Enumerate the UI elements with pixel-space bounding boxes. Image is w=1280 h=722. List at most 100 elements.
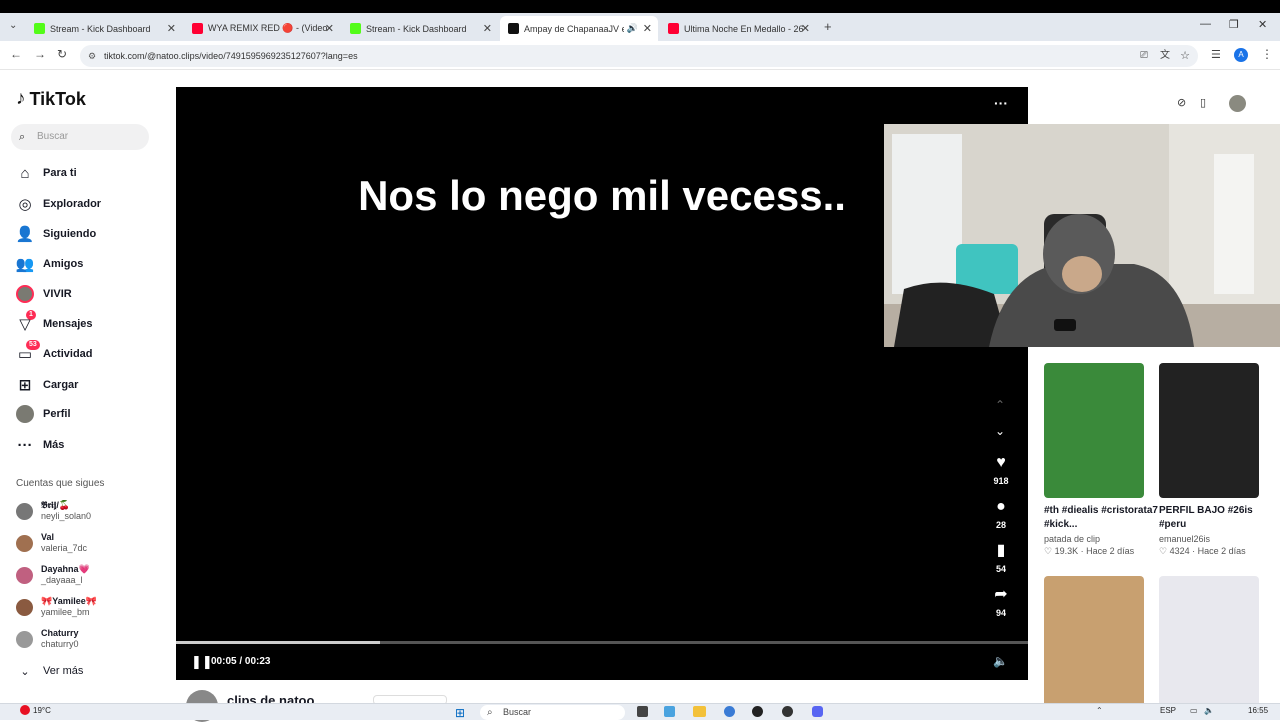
save-button[interactable]: ▮ 54 — [986, 542, 1016, 574]
network-icon[interactable]: ▭ — [1190, 706, 1198, 715]
close-tab-icon[interactable]: ✕ — [167, 22, 176, 35]
compass-icon: ◎ — [18, 196, 32, 213]
video-thumbnail[interactable] — [1044, 576, 1144, 711]
back-arrow-icon[interactable]: ← — [10, 47, 22, 61]
audio-playing-icon[interactable]: 🔊 — [627, 23, 638, 34]
compass-icon[interactable]: ⊘ — [1177, 96, 1186, 109]
windows-start-icon[interactable]: ⊞ — [455, 706, 465, 720]
close-tab-icon[interactable]: ✕ — [483, 22, 492, 35]
share-button[interactable]: ➦ 94 — [986, 586, 1016, 618]
account-handle: chaturry0 — [41, 639, 79, 649]
file-explorer-icon[interactable] — [693, 706, 706, 717]
following-account[interactable]: Dayahna💗 _dayaaa_l — [16, 564, 90, 586]
profile-avatar-icon[interactable]: A — [1234, 48, 1248, 62]
obs-icon[interactable] — [752, 706, 763, 717]
recommended-video-card[interactable]: PERFIL BAJO #26is #peru emanuel26is ♡ 4324… — [1159, 363, 1275, 557]
clock[interactable]: 16:55 — [1248, 706, 1268, 715]
previous-video-chevron-icon[interactable]: ⌃ — [995, 398, 1005, 412]
video-thumbnail[interactable] — [1044, 363, 1144, 498]
close-tab-icon[interactable]: ✕ — [643, 22, 652, 35]
chevron-down-icon: ⌄ — [20, 665, 30, 678]
card-username[interactable]: patada de clip — [1044, 534, 1160, 544]
url-field[interactable]: ⚙ tiktok.com/@natoo.clips/video/74915959… — [80, 45, 1198, 67]
close-tab-icon[interactable]: ✕ — [325, 22, 334, 35]
card-date: Hace 2 días — [1086, 546, 1135, 556]
tab-4[interactable]: Ultima Noche En Medallo - 26i ✕ — [660, 16, 816, 41]
webcam-overlay — [884, 124, 1280, 347]
comment-button[interactable]: ● 28 — [986, 498, 1016, 530]
weather-temp[interactable]: 19°C — [33, 706, 51, 715]
following-account[interactable]: 🎀Yamilee🎀 yamilee_bm — [16, 596, 97, 618]
tab-title: WYA REMIX RED 🔴 - (Video O — [208, 23, 328, 33]
see-more-label: Ver más — [43, 665, 84, 677]
sidebar-item-5[interactable]: ▽ 1 Mensajes — [16, 310, 93, 333]
close-window-icon[interactable]: ✕ — [1258, 18, 1267, 31]
search-input[interactable]: ⌕ Buscar — [11, 124, 149, 150]
tab-2[interactable]: Stream - Kick Dashboard ✕ — [342, 16, 498, 41]
see-more-button[interactable]: ⌄ Ver más — [16, 662, 83, 680]
account-display-name: Chaturry — [41, 628, 79, 638]
chrome-icon[interactable] — [724, 706, 735, 717]
like-button[interactable]: ♥ 918 — [986, 454, 1016, 486]
speaker-icon[interactable]: 🔈 — [1204, 706, 1214, 715]
reading-list-icon[interactable]: ☰ — [1211, 48, 1221, 61]
sidebar-item-1[interactable]: ◎ Explorador — [16, 195, 101, 213]
restore-window-icon[interactable]: ❐ — [1229, 18, 1239, 31]
video-progress-bar[interactable] — [176, 641, 1028, 644]
next-video-chevron-icon[interactable]: ⌄ — [995, 424, 1005, 438]
language-indicator[interactable]: ESP — [1160, 706, 1176, 715]
minimize-window-icon[interactable]: — — [1200, 18, 1211, 30]
bookmark-icon: ▮ — [996, 542, 1006, 559]
tab-1[interactable]: WYA REMIX RED 🔴 - (Video O ✕ — [184, 16, 340, 41]
sidebar-item-label: Explorador — [43, 198, 102, 210]
video-thumbnail[interactable] — [1159, 363, 1259, 498]
user-avatar[interactable] — [1229, 95, 1246, 112]
sidebar-item-4[interactable]: VIVIR — [16, 285, 72, 303]
browser-menu-icon[interactable]: ⋮ — [1261, 47, 1273, 61]
following-account[interactable]: Val valeria_7dc — [16, 532, 87, 554]
tiktok-logo[interactable]: ♪ TikTok — [16, 88, 86, 110]
avatar — [16, 534, 33, 552]
site-info-icon[interactable]: ⚙ — [88, 45, 96, 67]
tab-0[interactable]: Stream - Kick Dashboard ✕ — [26, 16, 182, 41]
volume-icon[interactable]: 🔈 — [993, 654, 1008, 668]
recommended-video-card[interactable] — [1044, 576, 1144, 711]
new-tab-plus-icon[interactable]: + — [824, 19, 832, 34]
tab-search-chevron-icon[interactable]: ⌄ — [9, 20, 17, 31]
following-account[interactable]: 𝕭𝖗𝖎𝖏/🍒 neyli_solan0 — [16, 500, 91, 522]
close-tab-icon[interactable]: ✕ — [801, 22, 810, 35]
taskbar-search[interactable]: ⌕ Buscar — [480, 705, 625, 720]
bookmark-star-icon[interactable]: ☆ — [1180, 45, 1190, 67]
pause-icon[interactable]: ❚❚ — [191, 654, 213, 670]
install-app-icon[interactable]: ⎚ — [1140, 45, 1148, 67]
video-more-options-icon[interactable]: ··· — [994, 95, 1008, 111]
discord-icon[interactable] — [812, 706, 823, 717]
task-view-icon[interactable] — [637, 706, 648, 717]
card-username[interactable]: emanuel26is — [1159, 534, 1275, 544]
forward-arrow-icon[interactable]: → — [34, 47, 46, 61]
sidebar-item-7[interactable]: ⊞ Cargar — [16, 376, 79, 394]
sidebar-item-6[interactable]: ▭ 53 Actividad — [16, 340, 93, 363]
reload-icon[interactable]: ↻ — [57, 47, 67, 61]
sidebar-item-3[interactable]: 👥 Amigos — [16, 255, 84, 273]
sidebar-item-0[interactable]: ⌂ Para ti — [16, 164, 76, 182]
translate-icon[interactable]: 文 — [1160, 45, 1170, 67]
recommended-video-card[interactable]: #th #diealis #cristorata7 #kick... patada… — [1044, 363, 1160, 557]
search-icon: ⌕ — [19, 131, 26, 143]
activity-icon: ▭ 53 — [16, 340, 40, 363]
sidebar-item-2[interactable]: 👤 Siguiendo — [16, 225, 97, 243]
media-app-icon[interactable] — [782, 706, 793, 717]
card-title[interactable]: PERFIL BAJO #26is #peru — [1159, 504, 1275, 532]
tab-3-active[interactable]: Ampay de ChapanaaJV en C 🔊 ✕ — [500, 16, 658, 41]
address-bar-row: ← → ↻ ⚙ tiktok.com/@natoo.clips/video/74… — [0, 41, 1280, 70]
sidebar-item-8[interactable]: Perfil — [16, 405, 71, 423]
sidebar-item-9[interactable]: ··· Más — [16, 436, 65, 454]
video-time: 00:05 / 00:23 — [211, 656, 271, 667]
video-thumbnail[interactable] — [1159, 576, 1259, 711]
device-icon[interactable]: ▯ — [1200, 96, 1206, 109]
recommended-video-card[interactable] — [1159, 576, 1259, 711]
tray-chevron-icon[interactable]: ⌃ — [1096, 706, 1103, 715]
card-title[interactable]: #th #diealis #cristorata7 #kick... — [1044, 504, 1160, 532]
following-account[interactable]: Chaturry chaturry0 — [16, 628, 79, 650]
copilot-icon[interactable] — [664, 706, 675, 717]
